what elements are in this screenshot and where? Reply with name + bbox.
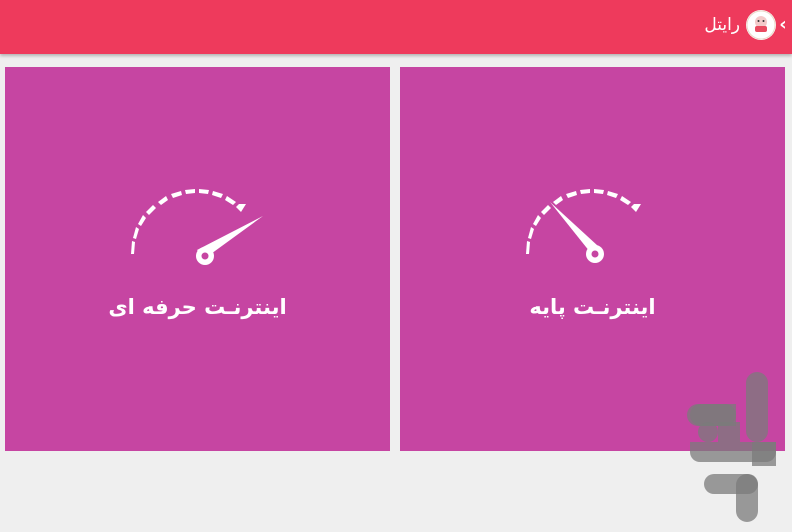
- app-bar: رایتل ‹: [0, 0, 792, 54]
- app-title: رایتل: [704, 15, 740, 35]
- speedometer-high-icon: [131, 189, 263, 265]
- bazaar-logo-icon: [687, 372, 776, 522]
- tile-label: اینترنـت پایه: [529, 295, 656, 319]
- app-logo-icon: [746, 10, 776, 40]
- back-arrow-icon[interactable]: ‹: [776, 14, 790, 36]
- tile-label: اینترنـت حرفه ای: [108, 295, 287, 319]
- tile-professional-internet[interactable]: اینترنـت حرفه ای: [5, 67, 390, 451]
- speedometer-low-icon: [526, 189, 641, 263]
